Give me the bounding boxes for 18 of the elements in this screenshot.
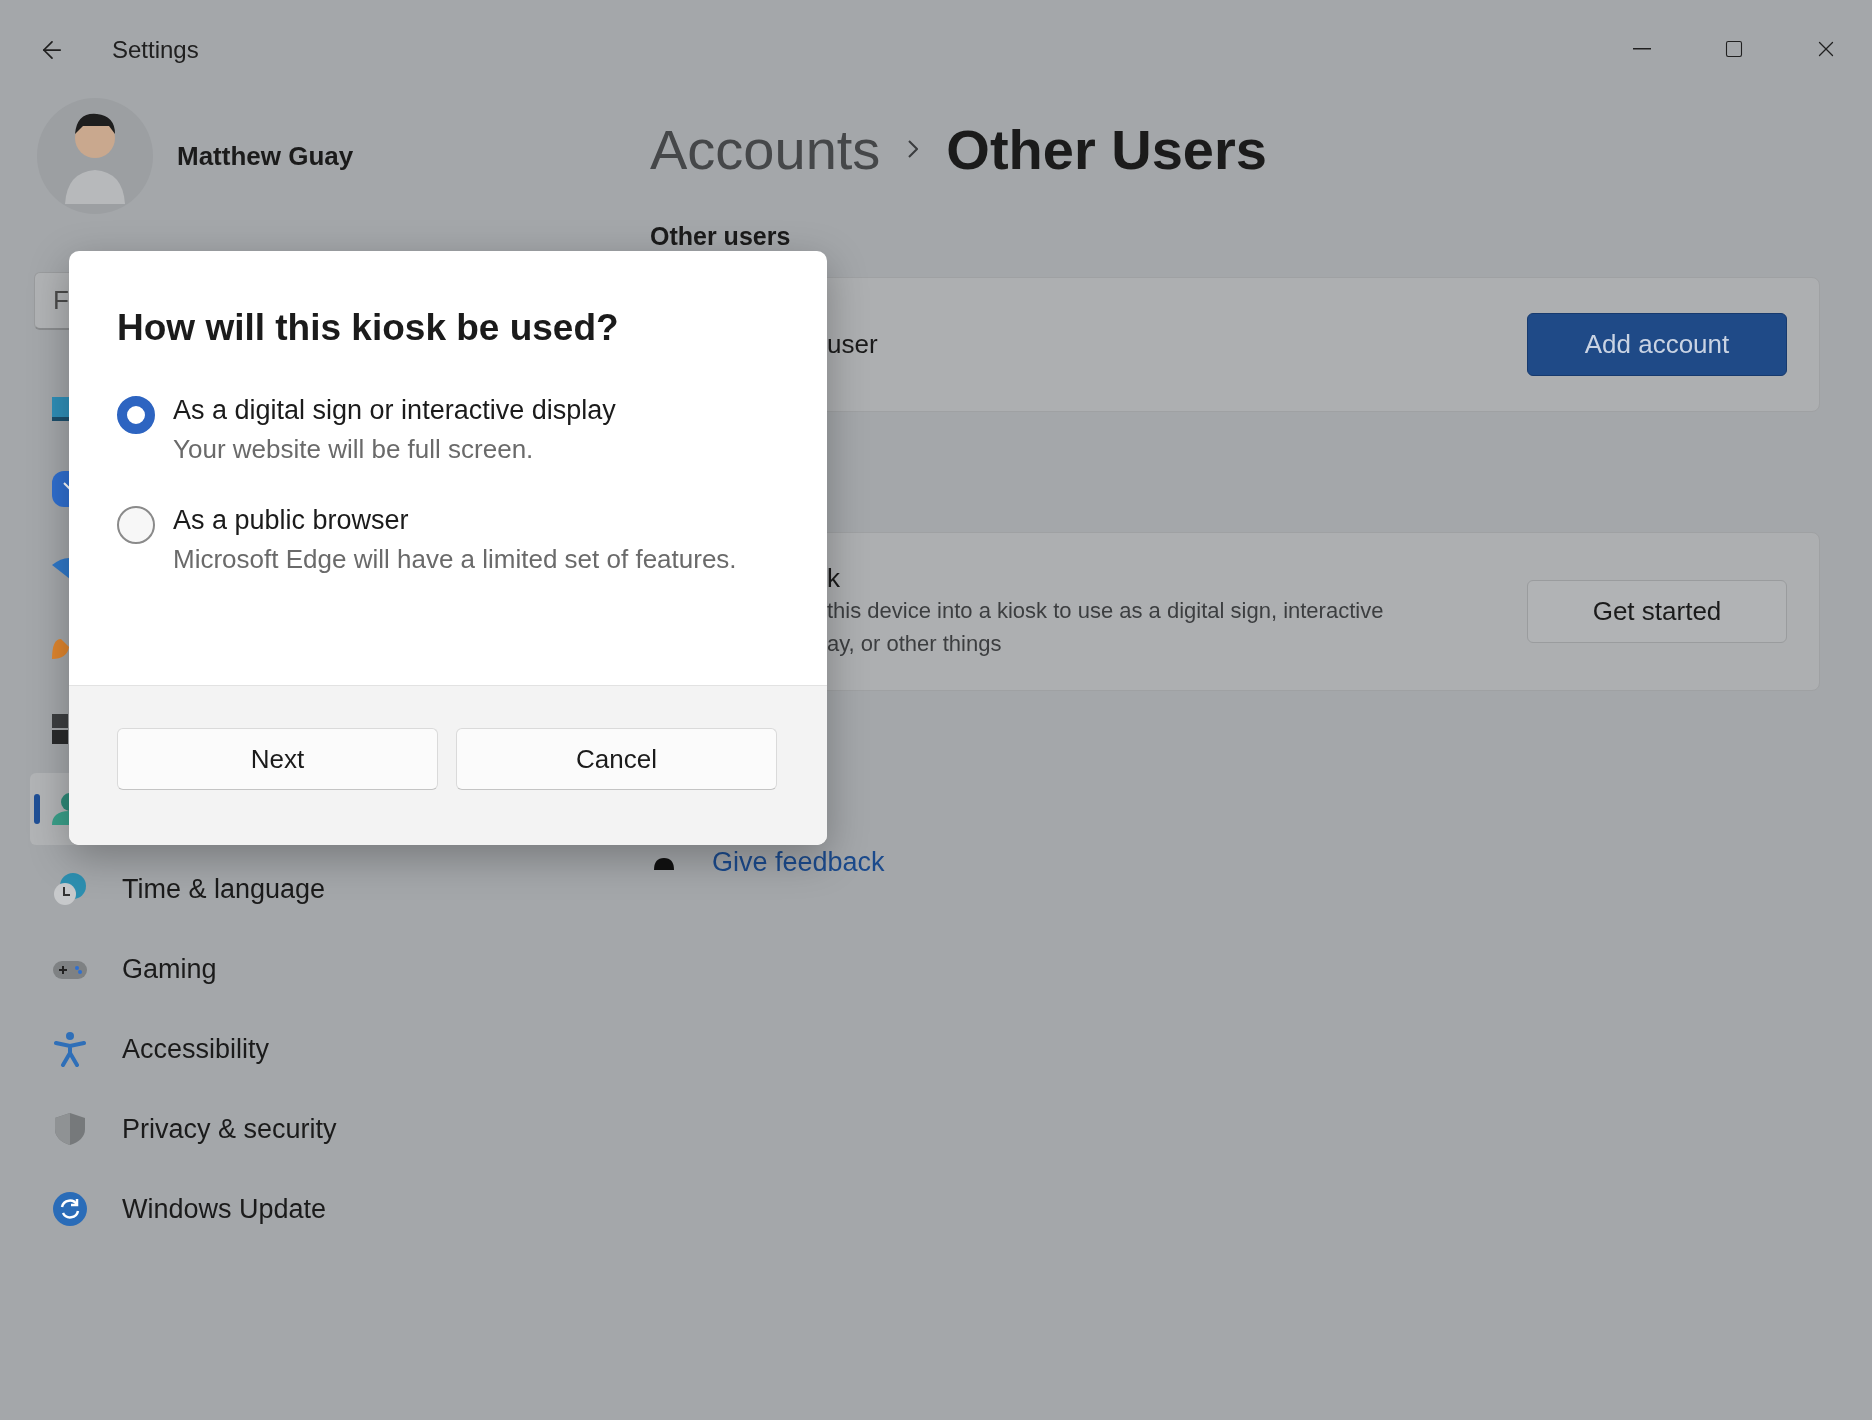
sidebar-item-label: Privacy & security	[122, 1113, 337, 1145]
sidebar-item-label: Windows Update	[122, 1193, 327, 1225]
card-description: this device into a kiosk to use as a digital sign, interactive	[827, 597, 1385, 625]
option-label: As a public browser	[173, 505, 410, 536]
sidebar-item-label: Accessibility	[122, 1033, 270, 1065]
option-description: Your website will be full screen.	[173, 434, 535, 465]
card-title: user	[827, 329, 879, 360]
dialog-title: How will this kiosk be used?	[117, 307, 620, 349]
sidebar-item-label: Gaming	[122, 953, 217, 985]
card-description: ay, or other things	[827, 630, 1003, 658]
option-label: As a digital sign or interactive display	[173, 395, 617, 426]
sidebar-item-label: Time & language	[122, 873, 326, 905]
user-name: Matthew Guay	[177, 140, 354, 172]
page-title: Other Users	[946, 116, 1267, 182]
window-title: Settings	[112, 36, 199, 64]
option-description: Microsoft Edge will have a limited set of features.	[173, 544, 738, 575]
section-header: Other users	[650, 224, 791, 248]
card-title: k	[827, 563, 841, 594]
